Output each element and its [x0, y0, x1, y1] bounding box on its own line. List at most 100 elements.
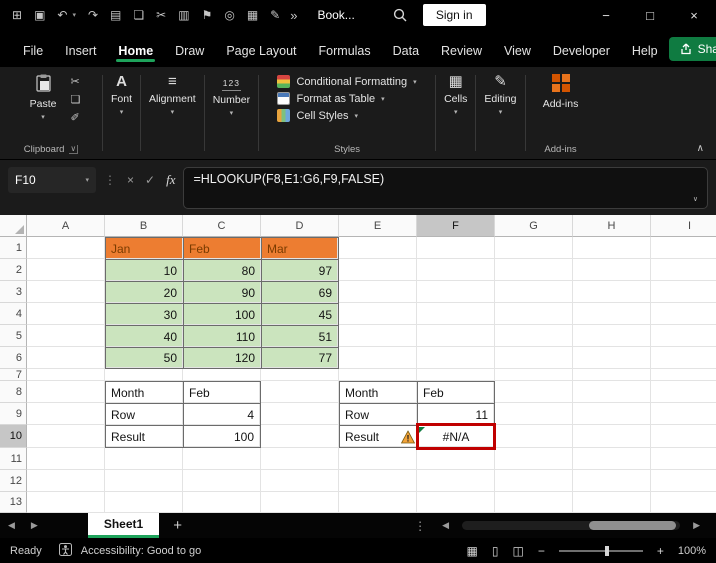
cell-D8[interactable]	[261, 381, 339, 403]
cell-H3[interactable]	[573, 281, 651, 303]
column-header-H[interactable]: H	[573, 215, 651, 237]
scroll-left-icon[interactable]: ◀	[434, 520, 457, 531]
cell-G8[interactable]	[495, 381, 573, 403]
cell-H2[interactable]	[573, 259, 651, 281]
cell-I1[interactable]	[651, 237, 716, 259]
cell-A7[interactable]	[27, 369, 105, 381]
cell-H5[interactable]	[573, 325, 651, 347]
cell-G5[interactable]	[495, 325, 573, 347]
cell-E4[interactable]	[339, 303, 417, 325]
cell-D7[interactable]	[261, 369, 339, 381]
cell-C1[interactable]: Feb	[183, 237, 261, 259]
cell-styles-button[interactable]: Cell Styles ▾	[277, 109, 358, 122]
row-header-1[interactable]: 1	[0, 237, 27, 259]
cell-C5[interactable]: 110	[183, 325, 261, 347]
search-icon[interactable]	[393, 8, 407, 22]
cell-F6[interactable]	[417, 347, 495, 369]
cell-C12[interactable]	[183, 470, 261, 492]
cell-B6[interactable]: 50	[105, 347, 183, 369]
cell-F1[interactable]	[417, 237, 495, 259]
cell-I11[interactable]	[651, 448, 716, 470]
cell-C4[interactable]: 100	[183, 303, 261, 325]
cell-A4[interactable]	[27, 303, 105, 325]
cell-F4[interactable]	[417, 303, 495, 325]
row-header-4[interactable]: 4	[0, 303, 27, 325]
redo-icon[interactable]: ↷	[88, 8, 98, 22]
tab-home[interactable]: Home	[107, 35, 164, 67]
tab-file[interactable]: File	[12, 35, 54, 67]
zoom-slider[interactable]	[558, 545, 643, 556]
cell-D13[interactable]	[261, 492, 339, 513]
cell-E8[interactable]: Month	[339, 381, 417, 403]
row-header-3[interactable]: 3	[0, 281, 27, 303]
cell-I10[interactable]	[651, 425, 716, 448]
row-header-13[interactable]: 13	[0, 492, 27, 513]
previous-sheet-icon[interactable]: ◀	[0, 520, 23, 531]
column-header-B[interactable]: B	[105, 215, 183, 237]
expand-formula-bar-icon[interactable]: ∨	[693, 195, 698, 203]
tab-data[interactable]: Data	[382, 35, 430, 67]
cell-G13[interactable]	[495, 492, 573, 513]
cell-A2[interactable]	[27, 259, 105, 281]
column-header-E[interactable]: E	[339, 215, 417, 237]
cell-C6[interactable]: 120	[183, 347, 261, 369]
select-all-button[interactable]	[0, 215, 27, 237]
cell-C3[interactable]: 90	[183, 281, 261, 303]
zoom-out-icon[interactable]: −	[538, 544, 545, 558]
cell-A1[interactable]	[27, 237, 105, 259]
cell-E6[interactable]	[339, 347, 417, 369]
cell-H8[interactable]	[573, 381, 651, 403]
cell-H10[interactable]	[573, 425, 651, 448]
tab-draw[interactable]: Draw	[164, 35, 215, 67]
cell-G3[interactable]	[495, 281, 573, 303]
column-header-I[interactable]: I	[651, 215, 716, 237]
undo-icon[interactable]: ↶	[57, 8, 67, 22]
sign-in-button[interactable]: Sign in	[422, 4, 486, 26]
cell-B7[interactable]	[105, 369, 183, 381]
cell-A13[interactable]	[27, 492, 105, 513]
scrollbar-thumb[interactable]	[588, 521, 676, 530]
sheet-options-icon[interactable]: ⋮	[406, 519, 434, 533]
name-box-dropdown-icon[interactable]: ▾	[85, 176, 89, 184]
cell-B2[interactable]: 10	[105, 259, 183, 281]
font-button[interactable]: A Font ▾	[103, 72, 140, 118]
cell-H12[interactable]	[573, 470, 651, 492]
scrollbar-track[interactable]	[462, 521, 681, 530]
cell-A5[interactable]	[27, 325, 105, 347]
row-header-2[interactable]: 2	[0, 259, 27, 281]
cell-D12[interactable]	[261, 470, 339, 492]
column-header-G[interactable]: G	[495, 215, 573, 237]
cell-H7[interactable]	[573, 369, 651, 381]
table-icon[interactable]: ▦	[247, 8, 258, 22]
cell-C13[interactable]	[183, 492, 261, 513]
cell-I6[interactable]	[651, 347, 716, 369]
cell-G7[interactable]	[495, 369, 573, 381]
cell-F12[interactable]	[417, 470, 495, 492]
clipboard-dialog-launcher-icon[interactable]: ∨	[69, 145, 79, 154]
cell-H4[interactable]	[573, 303, 651, 325]
format-painter-icon[interactable]: ✐	[70, 111, 80, 124]
cell-D6[interactable]: 77	[261, 347, 339, 369]
share-button[interactable]: Share ▾	[668, 37, 716, 61]
cell-E1[interactable]	[339, 237, 417, 259]
cell-B4[interactable]: 30	[105, 303, 183, 325]
cell-C7[interactable]	[183, 369, 261, 381]
tab-page-layout[interactable]: Page Layout	[215, 35, 307, 67]
tab-formulas[interactable]: Formulas	[308, 35, 382, 67]
cell-I4[interactable]	[651, 303, 716, 325]
cell-E10[interactable]: Result!	[339, 425, 417, 448]
horizontal-scrollbar[interactable]: ◀ ▶	[434, 520, 716, 531]
cell-H11[interactable]	[573, 448, 651, 470]
insert-function-icon[interactable]: fx	[166, 172, 175, 188]
cell-C8[interactable]: Feb	[183, 381, 261, 403]
cell-H13[interactable]	[573, 492, 651, 513]
formula-input[interactable]: =HLOOKUP(F8,E1:G6,F9,FALSE) ∨	[183, 167, 708, 209]
cell-B1[interactable]: Jan	[105, 237, 183, 259]
cancel-icon[interactable]: ×	[127, 173, 134, 187]
cell-B5[interactable]: 40	[105, 325, 183, 347]
cell-G10[interactable]	[495, 425, 573, 448]
row-header-8[interactable]: 8	[0, 381, 27, 403]
cell-F9[interactable]: 11	[417, 403, 495, 425]
collapse-ribbon-icon[interactable]: ∧	[697, 143, 704, 154]
cell-B13[interactable]	[105, 492, 183, 513]
